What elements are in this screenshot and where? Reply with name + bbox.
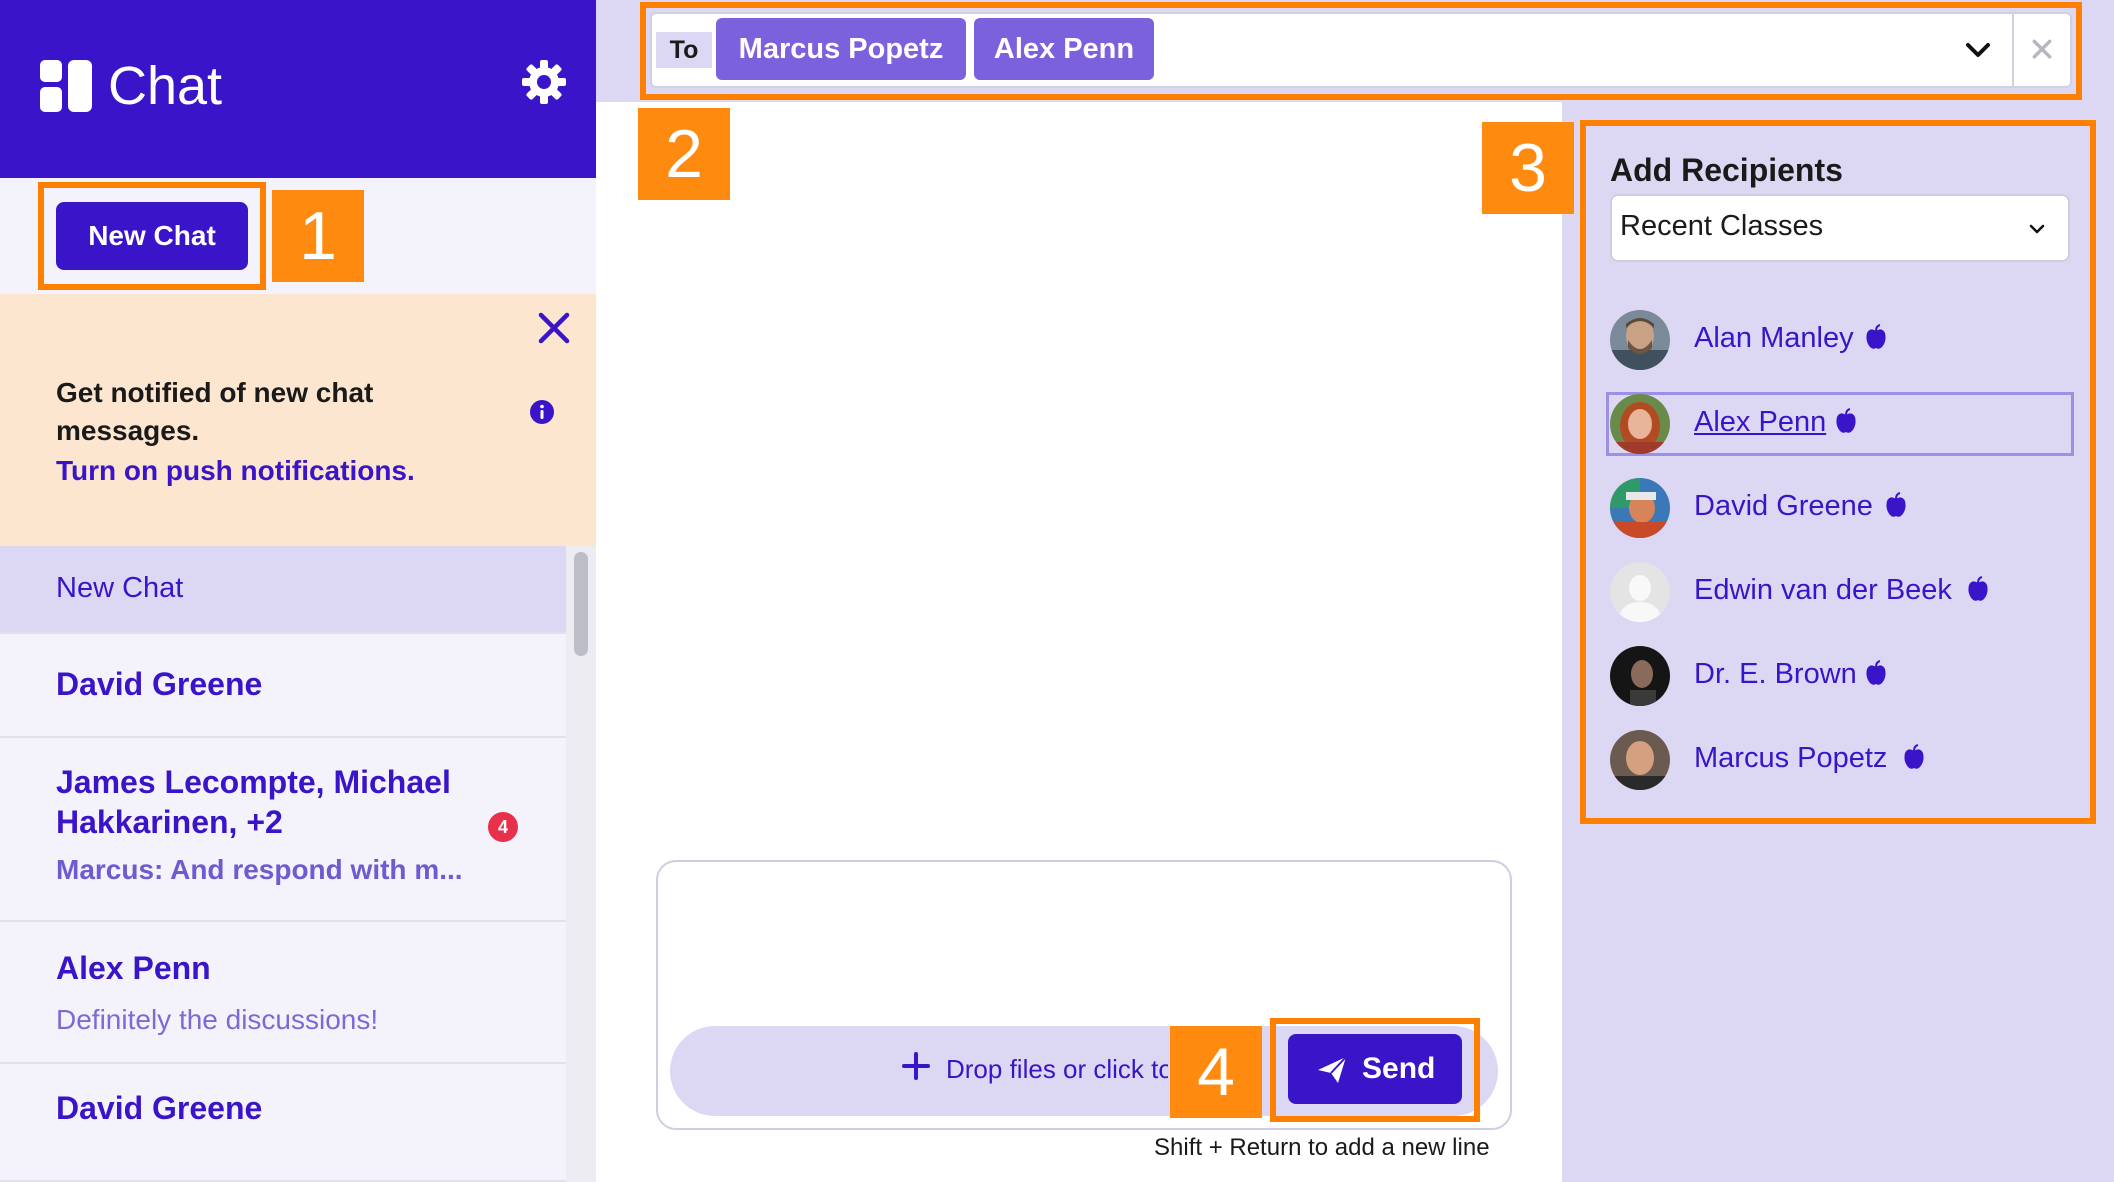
avatar [1610,310,1670,370]
chat-list-item[interactable]: New Chat [0,546,566,634]
info-icon[interactable] [530,400,554,424]
chat-list-item[interactable]: James Lecompte, Michael Hakkarinen, +2 4… [0,738,566,922]
apple-icon [1866,660,1886,685]
add-recipients-title: Add Recipients [1610,152,1843,188]
chat-name: David Greene [56,666,263,702]
avatar [1610,478,1670,538]
apple-icon [1836,408,1856,433]
apple-icon [1866,324,1886,349]
chat-list: New Chat David Greene James Lecompte, Mi… [0,546,566,1182]
app-title: Chat [108,56,223,116]
new-chat-button[interactable]: New Chat [56,202,248,270]
chevron-down-icon[interactable] [1958,30,1998,70]
callout-number-2: 2 [638,108,730,200]
to-label: To [656,32,712,68]
gear-icon[interactable] [520,58,568,106]
recipient-name[interactable]: David Greene [1694,490,1873,523]
chevron-down-icon[interactable] [2024,216,2050,242]
close-icon[interactable] [536,310,572,346]
avatar [1610,730,1670,790]
apple-icon [1904,744,1924,769]
drop-files-text[interactable]: Drop files or click to [946,1054,1168,1085]
recipient-name[interactable]: Edwin van der Beek [1694,574,1952,607]
apple-icon [1968,576,1988,601]
add-recipients-panel [1562,102,2114,1182]
chat-name: James Lecompte, Michael Hakkarinen, +2 [56,764,451,840]
callout-number-3: 3 [1482,122,1574,214]
composer-hint: Shift + Return to add a new line [1154,1134,1490,1161]
scrollbar-thumb[interactable] [574,552,588,656]
callout-number-1: 1 [272,190,364,282]
apple-icon [1886,492,1906,517]
send-label[interactable]: Send [1362,1052,1435,1086]
recipient-name[interactable]: Dr. E. Brown [1694,658,1857,691]
paper-plane-icon[interactable] [1316,1054,1348,1086]
callout-number-4: 4 [1170,1026,1262,1118]
avatar [1610,646,1670,706]
push-notifications-link[interactable]: Turn on push notifications. [56,452,415,490]
recipient-name[interactable]: Alex Penn [1694,406,1826,439]
unread-badge: 4 [488,812,518,842]
chat-name: Alex Penn [56,950,211,986]
chat-list-item[interactable]: David Greene [0,1064,566,1182]
chat-list-item[interactable]: Alex Penn Definitely the discussions! [0,922,566,1064]
avatar [1610,394,1670,454]
chat-logo-icon [40,60,92,112]
chat-name: David Greene [56,1090,263,1126]
recipient-chip[interactable]: Alex Penn [974,18,1154,80]
clear-recipients-icon[interactable] [2012,14,2070,86]
chat-preview: Marcus: And respond with m... [56,854,463,885]
recipient-name[interactable]: Marcus Popetz [1694,742,1887,775]
chat-name: New Chat [56,572,184,604]
recipient-chip[interactable]: Marcus Popetz [716,18,966,80]
chat-preview: Definitely the discussions! [56,1004,379,1035]
select-value[interactable]: Recent Classes [1620,210,1823,243]
recipient-name[interactable]: Alan Manley [1694,322,1854,355]
message-input[interactable] [676,876,1492,1006]
plus-icon[interactable] [900,1050,932,1082]
chat-list-item[interactable]: David Greene [0,634,566,738]
avatar [1610,562,1670,622]
notice-text: Get notified of new chat messages. [56,377,374,446]
